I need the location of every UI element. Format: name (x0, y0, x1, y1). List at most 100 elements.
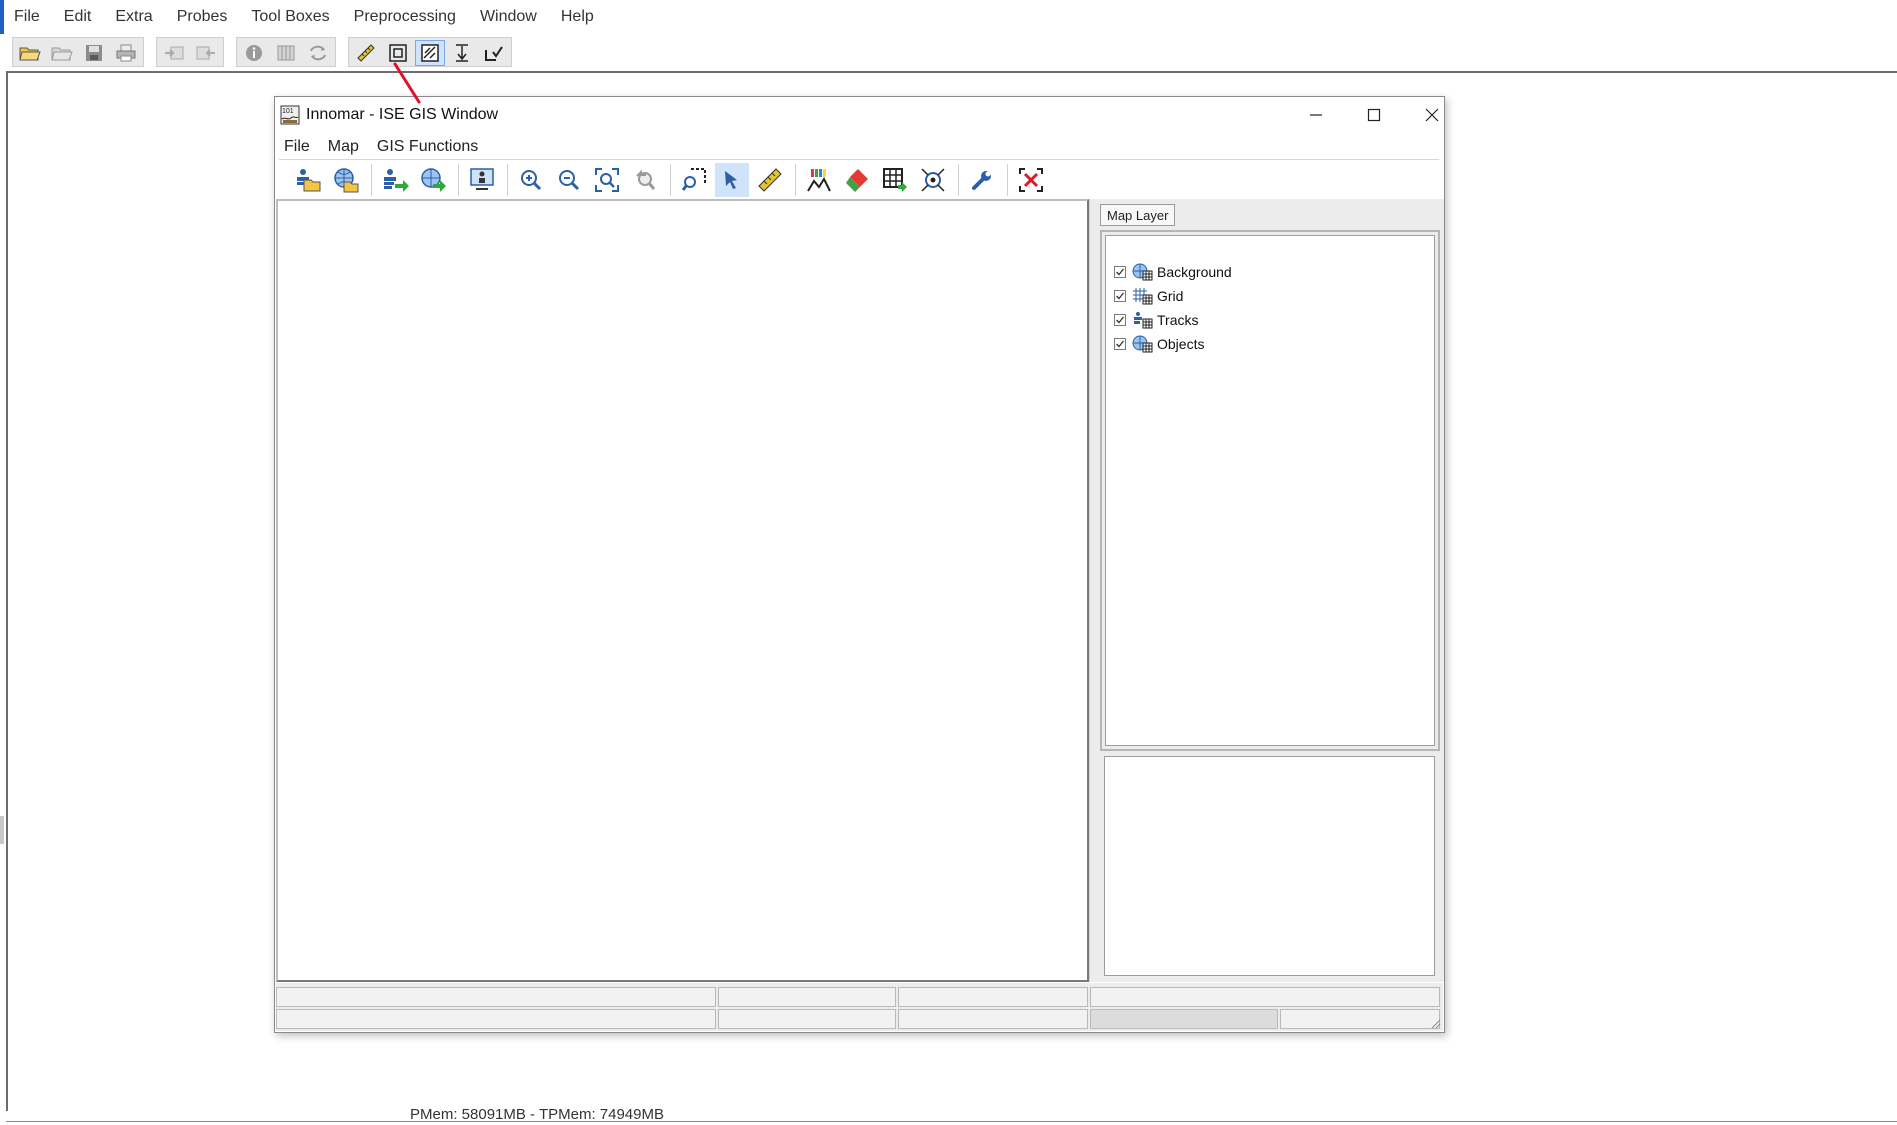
import-button[interactable] (191, 40, 221, 66)
annotation-arrow (393, 62, 421, 104)
clear-selection-icon (1019, 168, 1043, 192)
refresh-button[interactable] (303, 40, 333, 66)
gis-window-icon (421, 44, 439, 62)
depth-marker-icon (456, 44, 468, 62)
layer-label: Objects (1157, 336, 1205, 352)
resize-grip-icon[interactable] (1429, 1017, 1441, 1029)
zoom-out-icon (559, 170, 580, 191)
load-layer-icon (297, 169, 321, 192)
status-cell (276, 1009, 716, 1029)
open-recent-button[interactable] (47, 40, 77, 66)
refresh-icon (310, 45, 326, 61)
export-button[interactable] (159, 40, 189, 66)
depth-marker-button[interactable] (447, 40, 477, 66)
open-folder-disabled-icon (51, 47, 73, 61)
file-toolbar-group (12, 37, 144, 67)
layer-item-objects[interactable]: Objects (1106, 332, 1434, 356)
status-cell (898, 987, 1088, 1007)
checkmark-icon (1116, 340, 1125, 348)
map-canvas[interactable] (276, 199, 1089, 982)
gis-menu-gis-functions[interactable]: GIS Functions (377, 138, 478, 156)
layer-tree-container: Background Grid Tracks Objects (1100, 230, 1440, 751)
export-map-button[interactable] (416, 163, 450, 197)
menu-window[interactable]: Window (480, 8, 537, 26)
checkmark-icon (1116, 268, 1125, 276)
track-layer-icon (1134, 312, 1153, 329)
eraser-button[interactable] (840, 163, 874, 197)
wrench-icon (972, 171, 991, 190)
select-button[interactable] (715, 163, 749, 197)
layer-checkbox[interactable] (1114, 290, 1126, 302)
save-icon (86, 45, 102, 61)
layer-label: Tracks (1157, 312, 1199, 328)
view-toolbar-group (236, 37, 336, 67)
gis-menu-file[interactable]: File (284, 138, 310, 156)
close-icon (1425, 108, 1439, 121)
bottom-check-button[interactable] (479, 40, 509, 66)
bottom-check-icon (485, 46, 503, 61)
grid-export-icon (883, 168, 907, 192)
tab-map-layer[interactable]: Map Layer (1100, 204, 1176, 226)
status-cell (276, 987, 716, 1007)
export-layer-button[interactable] (378, 163, 412, 197)
print-icon (116, 44, 136, 62)
layer-checkbox[interactable] (1114, 314, 1126, 326)
menu-edit[interactable]: Edit (64, 8, 92, 26)
menu-preprocessing[interactable]: Preprocessing (354, 8, 456, 26)
status-cell (898, 1009, 1088, 1029)
load-layer-button[interactable] (291, 163, 325, 197)
ruler-icon (357, 44, 375, 62)
globe-layer-icon (1132, 263, 1153, 281)
zoom-in-button[interactable] (514, 163, 548, 197)
minimize-button[interactable] (1287, 97, 1345, 132)
maximize-button[interactable] (1345, 97, 1403, 132)
measure-distance-button[interactable] (753, 163, 787, 197)
measure-button[interactable] (351, 40, 381, 66)
window-accent-bar (0, 0, 4, 34)
monitor-button[interactable] (465, 163, 499, 197)
menu-file[interactable]: File (14, 8, 40, 26)
select-arrow-icon (725, 171, 737, 189)
menu-probes[interactable]: Probes (177, 8, 228, 26)
layer-item-background[interactable]: Background (1106, 260, 1434, 284)
left-edge-handle[interactable] (0, 816, 4, 844)
zoom-extent-button[interactable] (590, 163, 624, 197)
frame-icon (389, 44, 407, 62)
settings-button[interactable] (965, 163, 999, 197)
layer-label: Grid (1157, 288, 1184, 304)
layer-checkbox[interactable] (1114, 266, 1126, 278)
info-button[interactable] (239, 40, 269, 66)
toolbar-separator (1007, 164, 1008, 196)
gis-status-bar (276, 983, 1443, 1031)
columns-button[interactable] (271, 40, 301, 66)
grid-export-button[interactable] (878, 163, 912, 197)
open-button[interactable] (15, 40, 45, 66)
status-cell (718, 987, 896, 1007)
layer-item-tracks[interactable]: Tracks (1106, 308, 1434, 332)
menu-extra[interactable]: Extra (115, 8, 152, 26)
save-button[interactable] (79, 40, 109, 66)
clear-selection-button[interactable] (1014, 163, 1048, 197)
layer-item-grid[interactable]: Grid (1106, 284, 1434, 308)
layer-label: Background (1157, 264, 1232, 280)
toolbar-separator (958, 164, 959, 196)
gis-menu-map[interactable]: Map (328, 138, 359, 156)
target-button[interactable] (916, 163, 950, 197)
gis-toolbar (279, 159, 1439, 201)
gis-titlebar[interactable]: 101 Innomar - ISE GIS Window (275, 97, 1444, 132)
zoom-window-button[interactable] (677, 163, 711, 197)
zoom-window-icon (681, 168, 706, 191)
menu-tool-boxes[interactable]: Tool Boxes (251, 8, 329, 26)
color-profile-button[interactable] (802, 163, 836, 197)
objects-layer-icon (1132, 335, 1153, 353)
desktop-bottom-border (6, 1121, 1897, 1122)
map-layer-panel: Map Layer Background Grid Tracks Objects (1089, 199, 1444, 982)
open-map-button[interactable] (329, 163, 363, 197)
print-button[interactable] (111, 40, 141, 66)
menu-help[interactable]: Help (561, 8, 594, 26)
status-progress-cell (1090, 1009, 1278, 1029)
layer-checkbox[interactable] (1114, 338, 1126, 350)
zoom-previous-button[interactable] (628, 163, 662, 197)
close-button[interactable] (1403, 97, 1461, 132)
zoom-out-button[interactable] (552, 163, 586, 197)
